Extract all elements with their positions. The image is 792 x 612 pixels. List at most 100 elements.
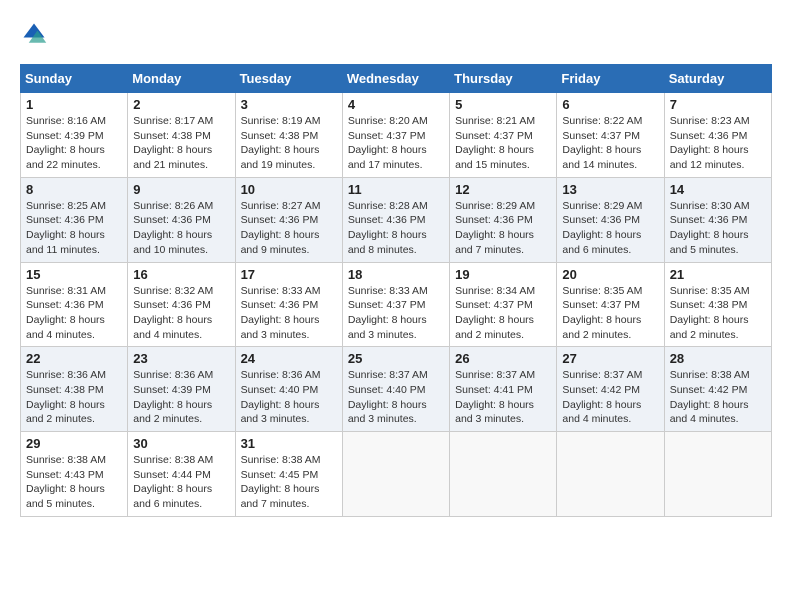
day-detail: Sunrise: 8:38 AMSunset: 4:42 PMDaylight:… (670, 369, 750, 425)
day-number: 19 (455, 267, 551, 282)
table-row (557, 432, 664, 517)
day-number: 10 (241, 182, 337, 197)
table-row: 15 Sunrise: 8:31 AMSunset: 4:36 PMDaylig… (21, 262, 128, 347)
table-row: 21 Sunrise: 8:35 AMSunset: 4:38 PMDaylig… (664, 262, 771, 347)
table-row (342, 432, 449, 517)
day-number: 16 (133, 267, 229, 282)
day-number: 12 (455, 182, 551, 197)
day-number: 15 (26, 267, 122, 282)
day-detail: Sunrise: 8:38 AMSunset: 4:44 PMDaylight:… (133, 454, 213, 510)
table-row: 14 Sunrise: 8:30 AMSunset: 4:36 PMDaylig… (664, 177, 771, 262)
day-detail: Sunrise: 8:20 AMSunset: 4:37 PMDaylight:… (348, 115, 428, 171)
table-row: 11 Sunrise: 8:28 AMSunset: 4:36 PMDaylig… (342, 177, 449, 262)
table-row: 4 Sunrise: 8:20 AMSunset: 4:37 PMDayligh… (342, 93, 449, 178)
day-detail: Sunrise: 8:35 AMSunset: 4:37 PMDaylight:… (562, 285, 642, 341)
col-wednesday: Wednesday (342, 65, 449, 93)
table-row: 24 Sunrise: 8:36 AMSunset: 4:40 PMDaylig… (235, 347, 342, 432)
day-number: 21 (670, 267, 766, 282)
day-detail: Sunrise: 8:35 AMSunset: 4:38 PMDaylight:… (670, 285, 750, 341)
page-header (20, 20, 772, 48)
col-thursday: Thursday (450, 65, 557, 93)
logo-icon (20, 20, 48, 48)
day-number: 29 (26, 436, 122, 451)
day-detail: Sunrise: 8:37 AMSunset: 4:42 PMDaylight:… (562, 369, 642, 425)
col-monday: Monday (128, 65, 235, 93)
day-number: 3 (241, 97, 337, 112)
table-row (664, 432, 771, 517)
day-detail: Sunrise: 8:23 AMSunset: 4:36 PMDaylight:… (670, 115, 750, 171)
day-number: 8 (26, 182, 122, 197)
calendar-week-row: 22 Sunrise: 8:36 AMSunset: 4:38 PMDaylig… (21, 347, 772, 432)
day-number: 17 (241, 267, 337, 282)
day-number: 20 (562, 267, 658, 282)
day-number: 26 (455, 351, 551, 366)
day-detail: Sunrise: 8:30 AMSunset: 4:36 PMDaylight:… (670, 200, 750, 256)
day-number: 30 (133, 436, 229, 451)
day-detail: Sunrise: 8:31 AMSunset: 4:36 PMDaylight:… (26, 285, 106, 341)
calendar-week-row: 15 Sunrise: 8:31 AMSunset: 4:36 PMDaylig… (21, 262, 772, 347)
day-detail: Sunrise: 8:37 AMSunset: 4:40 PMDaylight:… (348, 369, 428, 425)
table-row: 12 Sunrise: 8:29 AMSunset: 4:36 PMDaylig… (450, 177, 557, 262)
day-detail: Sunrise: 8:27 AMSunset: 4:36 PMDaylight:… (241, 200, 321, 256)
day-detail: Sunrise: 8:33 AMSunset: 4:37 PMDaylight:… (348, 285, 428, 341)
day-detail: Sunrise: 8:38 AMSunset: 4:43 PMDaylight:… (26, 454, 106, 510)
day-number: 28 (670, 351, 766, 366)
table-row: 1 Sunrise: 8:16 AMSunset: 4:39 PMDayligh… (21, 93, 128, 178)
day-detail: Sunrise: 8:25 AMSunset: 4:36 PMDaylight:… (26, 200, 106, 256)
day-detail: Sunrise: 8:19 AMSunset: 4:38 PMDaylight:… (241, 115, 321, 171)
col-friday: Friday (557, 65, 664, 93)
table-row: 2 Sunrise: 8:17 AMSunset: 4:38 PMDayligh… (128, 93, 235, 178)
col-saturday: Saturday (664, 65, 771, 93)
day-detail: Sunrise: 8:38 AMSunset: 4:45 PMDaylight:… (241, 454, 321, 510)
table-row: 5 Sunrise: 8:21 AMSunset: 4:37 PMDayligh… (450, 93, 557, 178)
day-detail: Sunrise: 8:36 AMSunset: 4:39 PMDaylight:… (133, 369, 213, 425)
day-number: 9 (133, 182, 229, 197)
day-number: 7 (670, 97, 766, 112)
day-number: 4 (348, 97, 444, 112)
day-detail: Sunrise: 8:17 AMSunset: 4:38 PMDaylight:… (133, 115, 213, 171)
table-row: 17 Sunrise: 8:33 AMSunset: 4:36 PMDaylig… (235, 262, 342, 347)
col-tuesday: Tuesday (235, 65, 342, 93)
day-detail: Sunrise: 8:26 AMSunset: 4:36 PMDaylight:… (133, 200, 213, 256)
table-row: 18 Sunrise: 8:33 AMSunset: 4:37 PMDaylig… (342, 262, 449, 347)
day-detail: Sunrise: 8:36 AMSunset: 4:40 PMDaylight:… (241, 369, 321, 425)
logo (20, 20, 52, 48)
day-detail: Sunrise: 8:36 AMSunset: 4:38 PMDaylight:… (26, 369, 106, 425)
day-detail: Sunrise: 8:29 AMSunset: 4:36 PMDaylight:… (562, 200, 642, 256)
day-number: 25 (348, 351, 444, 366)
table-row: 9 Sunrise: 8:26 AMSunset: 4:36 PMDayligh… (128, 177, 235, 262)
table-row (450, 432, 557, 517)
calendar-header-row: Sunday Monday Tuesday Wednesday Thursday… (21, 65, 772, 93)
day-number: 31 (241, 436, 337, 451)
calendar-week-row: 8 Sunrise: 8:25 AMSunset: 4:36 PMDayligh… (21, 177, 772, 262)
day-number: 18 (348, 267, 444, 282)
table-row: 3 Sunrise: 8:19 AMSunset: 4:38 PMDayligh… (235, 93, 342, 178)
day-detail: Sunrise: 8:29 AMSunset: 4:36 PMDaylight:… (455, 200, 535, 256)
table-row: 7 Sunrise: 8:23 AMSunset: 4:36 PMDayligh… (664, 93, 771, 178)
col-sunday: Sunday (21, 65, 128, 93)
day-number: 14 (670, 182, 766, 197)
table-row: 31 Sunrise: 8:38 AMSunset: 4:45 PMDaylig… (235, 432, 342, 517)
table-row: 30 Sunrise: 8:38 AMSunset: 4:44 PMDaylig… (128, 432, 235, 517)
calendar-table: Sunday Monday Tuesday Wednesday Thursday… (20, 64, 772, 517)
day-detail: Sunrise: 8:33 AMSunset: 4:36 PMDaylight:… (241, 285, 321, 341)
day-number: 27 (562, 351, 658, 366)
day-number: 13 (562, 182, 658, 197)
day-detail: Sunrise: 8:21 AMSunset: 4:37 PMDaylight:… (455, 115, 535, 171)
table-row: 13 Sunrise: 8:29 AMSunset: 4:36 PMDaylig… (557, 177, 664, 262)
day-number: 6 (562, 97, 658, 112)
day-detail: Sunrise: 8:28 AMSunset: 4:36 PMDaylight:… (348, 200, 428, 256)
table-row: 29 Sunrise: 8:38 AMSunset: 4:43 PMDaylig… (21, 432, 128, 517)
day-number: 22 (26, 351, 122, 366)
table-row: 10 Sunrise: 8:27 AMSunset: 4:36 PMDaylig… (235, 177, 342, 262)
day-number: 24 (241, 351, 337, 366)
day-number: 5 (455, 97, 551, 112)
day-detail: Sunrise: 8:32 AMSunset: 4:36 PMDaylight:… (133, 285, 213, 341)
table-row: 8 Sunrise: 8:25 AMSunset: 4:36 PMDayligh… (21, 177, 128, 262)
table-row: 22 Sunrise: 8:36 AMSunset: 4:38 PMDaylig… (21, 347, 128, 432)
table-row: 26 Sunrise: 8:37 AMSunset: 4:41 PMDaylig… (450, 347, 557, 432)
table-row: 28 Sunrise: 8:38 AMSunset: 4:42 PMDaylig… (664, 347, 771, 432)
day-number: 23 (133, 351, 229, 366)
day-detail: Sunrise: 8:34 AMSunset: 4:37 PMDaylight:… (455, 285, 535, 341)
table-row: 25 Sunrise: 8:37 AMSunset: 4:40 PMDaylig… (342, 347, 449, 432)
